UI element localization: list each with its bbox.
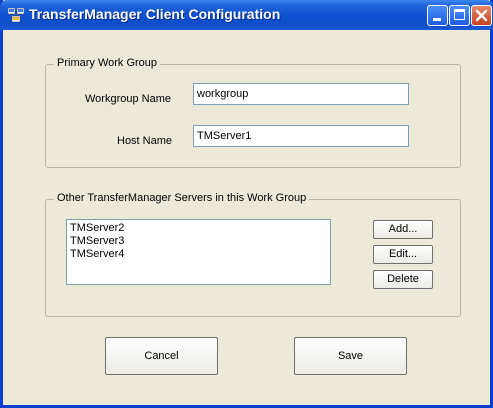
edit-server-button[interactable]: Edit... (373, 245, 433, 264)
title-bar[interactable]: TransferManager Client Configuration (0, 0, 493, 30)
config-window: TransferManager Client Configuration Pri… (0, 0, 493, 408)
list-item[interactable]: TMServer3 (70, 235, 327, 248)
app-icon (8, 8, 24, 22)
add-server-button[interactable]: Add... (373, 220, 433, 239)
servers-listbox[interactable]: TMServer2 TMServer3 TMServer4 (66, 219, 331, 285)
host-name-label: Host Name (117, 135, 173, 147)
workgroup-name-label: Workgroup Name (85, 93, 171, 105)
maximize-icon (454, 9, 465, 20)
window-title: TransferManager Client Configuration (29, 6, 281, 22)
cancel-button[interactable]: Cancel (105, 337, 218, 375)
primary-work-group: Primary Work Group (45, 57, 461, 168)
list-item[interactable]: TMServer4 (70, 248, 327, 261)
host-name-input[interactable] (193, 125, 409, 147)
primary-group-legend: Primary Work Group (54, 57, 161, 69)
maximize-button[interactable] (449, 5, 470, 26)
list-item[interactable]: TMServer2 (70, 222, 327, 235)
close-icon (475, 9, 488, 22)
workgroup-name-input[interactable] (193, 83, 409, 105)
servers-group-legend: Other TransferManager Servers in this Wo… (54, 192, 310, 204)
save-button[interactable]: Save (294, 337, 407, 375)
minimize-icon (433, 18, 441, 21)
minimize-button[interactable] (427, 5, 448, 26)
delete-server-button[interactable]: Delete (373, 270, 433, 289)
close-button[interactable] (471, 5, 492, 26)
